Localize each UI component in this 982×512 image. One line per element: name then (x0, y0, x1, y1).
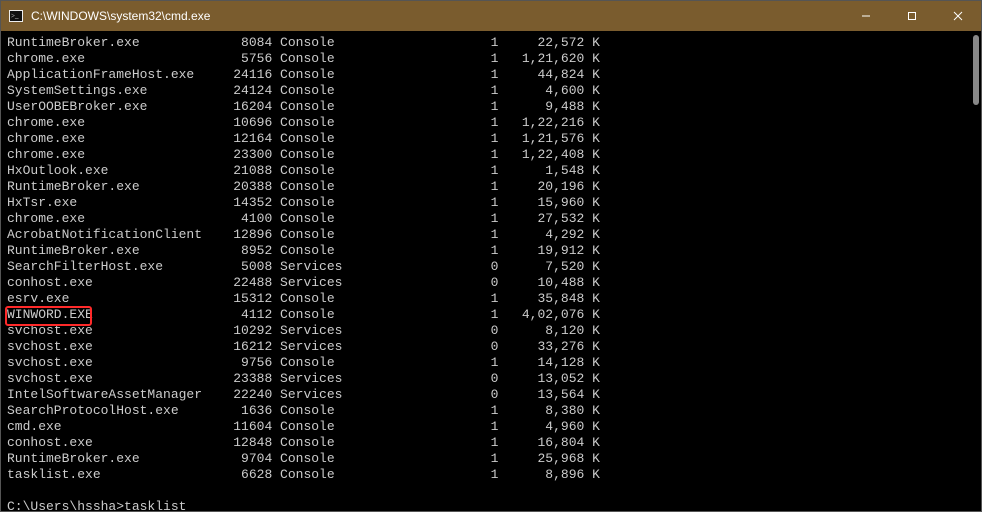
process-row: tasklist.exe 6628 Console 1 8,896 K (7, 467, 975, 483)
titlebar[interactable]: >_ C:\WINDOWS\system32\cmd.exe (1, 1, 981, 31)
process-row: chrome.exe 10696 Console 1 1,22,216 K (7, 115, 975, 131)
process-row: conhost.exe 22488 Services 0 10,488 K (7, 275, 975, 291)
process-row: HxOutlook.exe 21088 Console 1 1,548 K (7, 163, 975, 179)
process-row: RuntimeBroker.exe 20388 Console 1 20,196… (7, 179, 975, 195)
terminal-content[interactable]: RuntimeBroker.exe 8084 Console 1 22,572 … (1, 31, 981, 511)
process-row: UserOOBEBroker.exe 16204 Console 1 9,488… (7, 99, 975, 115)
minimize-button[interactable] (843, 1, 889, 31)
process-row: SystemSettings.exe 24124 Console 1 4,600… (7, 83, 975, 99)
process-row: chrome.exe 23300 Console 1 1,22,408 K (7, 147, 975, 163)
process-row: RuntimeBroker.exe 8084 Console 1 22,572 … (7, 35, 975, 51)
prompt-line: C:\Users\hssha>tasklist (7, 499, 975, 512)
process-row: AcrobatNotificationClient 12896 Console … (7, 227, 975, 243)
process-row: svchost.exe 9756 Console 1 14,128 K (7, 355, 975, 371)
process-row: chrome.exe 5756 Console 1 1,21,620 K (7, 51, 975, 67)
process-row: conhost.exe 12848 Console 1 16,804 K (7, 435, 975, 451)
svg-text:>_: >_ (11, 12, 19, 20)
process-row: SearchProtocolHost.exe 1636 Console 1 8,… (7, 403, 975, 419)
process-row: chrome.exe 4100 Console 1 27,532 K (7, 211, 975, 227)
process-row: svchost.exe 10292 Services 0 8,120 K (7, 323, 975, 339)
process-row: svchost.exe 16212 Services 0 33,276 K (7, 339, 975, 355)
window-title: C:\WINDOWS\system32\cmd.exe (27, 9, 210, 23)
process-row: cmd.exe 11604 Console 1 4,960 K (7, 419, 975, 435)
process-row: IntelSoftwareAssetManager 22240 Services… (7, 387, 975, 403)
process-row: svchost.exe 23388 Services 0 13,052 K (7, 371, 975, 387)
process-row: esrv.exe 15312 Console 1 35,848 K (7, 291, 975, 307)
process-row: RuntimeBroker.exe 8952 Console 1 19,912 … (7, 243, 975, 259)
process-row: chrome.exe 12164 Console 1 1,21,576 K (7, 131, 975, 147)
maximize-button[interactable] (889, 1, 935, 31)
cmd-icon: >_ (5, 10, 27, 22)
prompt-path: C:\Users\hssha> (7, 499, 124, 512)
prompt-command: tasklist (124, 499, 186, 512)
process-row: WINWORD.EXE 4112 Console 1 4,02,076 K (7, 307, 975, 323)
process-row: SearchFilterHost.exe 5008 Services 0 7,5… (7, 259, 975, 275)
process-row: RuntimeBroker.exe 9704 Console 1 25,968 … (7, 451, 975, 467)
cmd-window: >_ C:\WINDOWS\system32\cmd.exe RuntimeBr… (0, 0, 982, 512)
process-row: HxTsr.exe 14352 Console 1 15,960 K (7, 195, 975, 211)
scrollbar-thumb[interactable] (973, 35, 979, 105)
close-button[interactable] (935, 1, 981, 31)
process-row: ApplicationFrameHost.exe 24116 Console 1… (7, 67, 975, 83)
